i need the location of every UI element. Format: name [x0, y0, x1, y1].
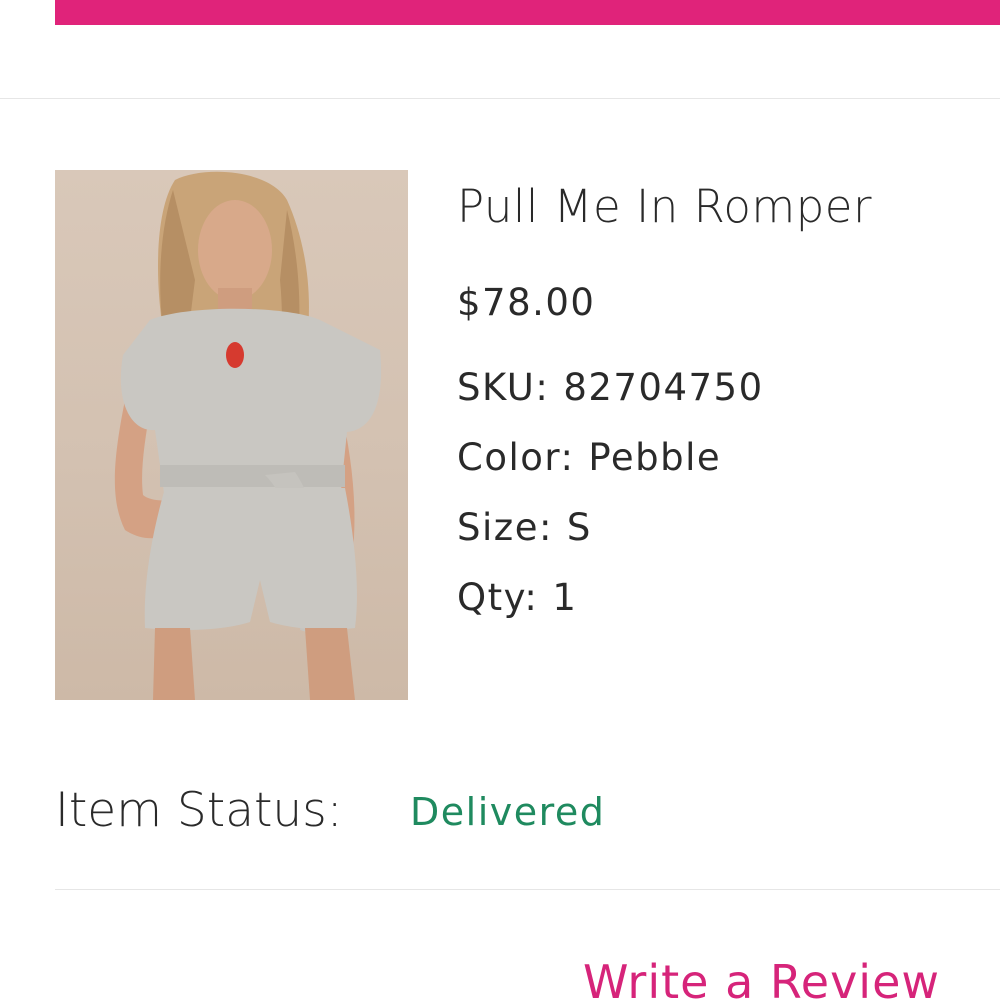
product-size: Size: S [457, 506, 592, 549]
color-label: Color: [457, 436, 575, 479]
item-status-value: Delivered [410, 790, 606, 834]
size-value: S [566, 506, 592, 549]
product-title[interactable]: Pull Me In Romper [457, 180, 872, 233]
write-review-link[interactable]: Write a Review [583, 955, 940, 1000]
size-label: Size: [457, 506, 553, 549]
sku-value: 82704750 [563, 366, 764, 409]
product-price: $78.00 [457, 281, 596, 324]
qty-label: Qty: [457, 576, 539, 619]
order-item-page: Pull Me In Romper $78.00 SKU: 82704750 Co… [0, 0, 1000, 1000]
top-accent-button[interactable] [55, 0, 1000, 25]
product-sku: SKU: 82704750 [457, 366, 764, 409]
color-value: Pebble [588, 436, 722, 479]
product-qty: Qty: 1 [457, 576, 577, 619]
item-status-label: Item Status: [55, 783, 343, 838]
divider [0, 98, 1000, 99]
model-photo [114, 171, 382, 700]
divider [55, 889, 1000, 890]
qty-value: 1 [552, 576, 578, 619]
sku-label: SKU: [457, 366, 550, 409]
product-color: Color: Pebble [457, 436, 721, 479]
product-image[interactable] [55, 170, 408, 700]
